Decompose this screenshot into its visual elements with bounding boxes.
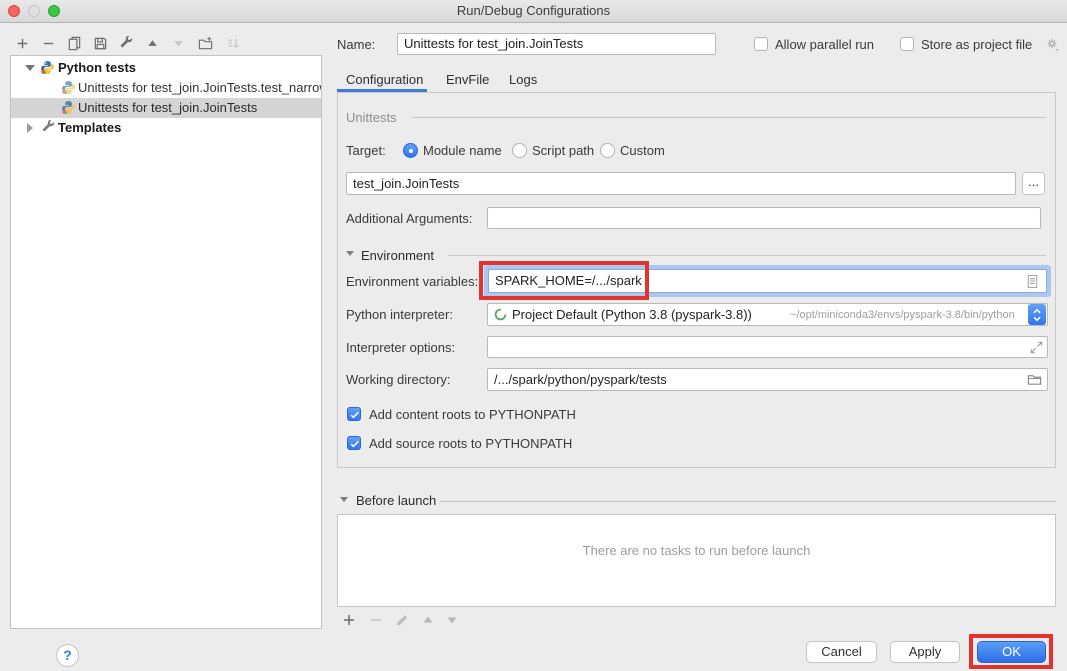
target-module-name-radio[interactable] <box>403 143 418 158</box>
additional-arguments-label: Additional Arguments: <box>346 211 472 226</box>
environment-variables-label: Environment variables: <box>346 274 478 289</box>
target-script-path-radio[interactable] <box>512 143 527 158</box>
interpreter-options-input[interactable] <box>487 336 1048 358</box>
store-as-project-file-checkbox[interactable] <box>900 37 914 51</box>
apply-button[interactable]: Apply <box>890 641 960 663</box>
tab-logs[interactable]: Logs <box>509 70 537 90</box>
target-custom-radio[interactable] <box>600 143 615 158</box>
tree-item-label: Unittests for test_join.JoinTests <box>78 98 257 118</box>
move-task-up-icon[interactable] <box>420 612 436 628</box>
working-directory-input[interactable]: /.../spark/python/pyspark/tests <box>487 368 1048 391</box>
python-test-config-icon <box>61 80 76 95</box>
tree-item-templates[interactable]: Templates <box>11 118 321 138</box>
add-task-icon[interactable] <box>341 612 357 628</box>
unittests-group-label: Unittests <box>346 110 397 125</box>
tree-item-unittests-test-narrow[interactable]: Unittests for test_join.JoinTests.test_n… <box>11 78 321 98</box>
move-up-icon[interactable] <box>144 35 160 51</box>
move-down-icon[interactable] <box>170 35 186 51</box>
active-tab-indicator <box>337 89 427 92</box>
divider <box>412 117 1046 118</box>
add-source-roots-checkbox[interactable] <box>347 436 361 450</box>
browse-environment-variables-icon[interactable] <box>1024 273 1040 289</box>
tree-item-unittests-jointests-selected[interactable]: Unittests for test_join.JoinTests <box>11 98 321 118</box>
before-launch-empty-message: There are no tasks to run before launch <box>338 543 1055 558</box>
target-module-name-label: Module name <box>423 143 502 158</box>
working-directory-label: Working directory: <box>346 372 451 387</box>
tree-item-label: Templates <box>58 118 121 138</box>
tree-item-label: Unittests for test_join.JoinTests.test_n… <box>78 78 322 98</box>
before-launch-section-header[interactable]: Before launch <box>356 493 436 508</box>
window-title: Run/Debug Configurations <box>0 0 1067 22</box>
module-name-input[interactable]: test_join.JoinTests <box>346 172 1016 195</box>
divider <box>448 255 1046 256</box>
tab-configuration[interactable]: Configuration <box>346 70 423 90</box>
titlebar: Run/Debug Configurations <box>0 0 1067 23</box>
chevron-expanded-icon[interactable] <box>25 65 35 71</box>
python-test-config-icon <box>61 100 76 115</box>
add-configuration-icon[interactable] <box>14 35 30 51</box>
browse-folder-icon[interactable] <box>1026 371 1042 387</box>
allow-parallel-run-checkbox[interactable] <box>754 37 768 51</box>
environment-section-header[interactable]: Environment <box>361 248 434 263</box>
save-configuration-icon[interactable] <box>92 35 108 51</box>
annotation-highlight-ok-button <box>969 634 1053 669</box>
python-interpreter-value: Project Default (Python 3.8 (pyspark-3.8… <box>512 307 752 322</box>
interpreter-options-label: Interpreter options: <box>346 340 455 355</box>
annotation-highlight-env-vars <box>479 261 649 300</box>
cancel-button[interactable]: Cancel <box>806 641 877 663</box>
target-custom-label: Custom <box>620 143 665 158</box>
divider <box>440 501 1056 502</box>
name-input[interactable]: Unittests for test_join.JoinTests <box>397 33 716 55</box>
store-as-project-file-label: Store as project file <box>921 37 1032 52</box>
browse-module-button[interactable]: ... <box>1022 172 1045 195</box>
sort-configurations-icon[interactable] <box>225 35 241 51</box>
configurations-tree: Python tests Unittests for test_join.Joi… <box>10 55 322 629</box>
help-button[interactable]: ? <box>56 644 79 667</box>
name-label: Name: <box>337 37 375 52</box>
settings-gear-icon[interactable] <box>1044 36 1060 52</box>
move-task-down-icon[interactable] <box>444 612 460 628</box>
python-interpreter-dropdown-button[interactable] <box>1028 304 1046 325</box>
tab-envfile[interactable]: EnvFile <box>446 70 489 90</box>
python-interpreter-label: Python interpreter: <box>346 307 453 322</box>
tree-item-label: Python tests <box>58 58 136 78</box>
conda-environment-icon <box>492 306 508 322</box>
python-interpreter-path: ~/opt/miniconda3/envs/pyspark-3.8/bin/py… <box>790 309 1015 321</box>
before-launch-section-chevron-icon[interactable] <box>340 497 348 502</box>
before-launch-task-list: There are no tasks to run before launch <box>337 514 1056 607</box>
edit-templates-icon[interactable] <box>118 35 134 51</box>
new-folder-icon[interactable] <box>197 35 213 51</box>
edit-task-icon[interactable] <box>394 612 410 628</box>
target-script-path-label: Script path <box>532 143 594 158</box>
chevron-collapsed-icon[interactable] <box>27 123 33 133</box>
add-source-roots-label: Add source roots to PYTHONPATH <box>369 436 572 451</box>
templates-wrench-icon <box>41 120 56 135</box>
copy-configuration-icon[interactable] <box>66 35 82 51</box>
add-content-roots-label: Add content roots to PYTHONPATH <box>369 407 576 422</box>
expand-field-icon[interactable] <box>1028 339 1044 355</box>
tree-item-python-tests[interactable]: Python tests <box>11 58 321 78</box>
add-content-roots-checkbox[interactable] <box>347 407 361 421</box>
run-debug-configurations-dialog: Run/Debug Configurations Python tests Un… <box>0 0 1067 671</box>
environment-section-chevron-icon[interactable] <box>346 251 354 256</box>
remove-task-icon[interactable] <box>368 612 384 628</box>
additional-arguments-input[interactable] <box>487 207 1041 229</box>
allow-parallel-run-label: Allow parallel run <box>775 37 874 52</box>
python-tests-icon <box>40 60 55 75</box>
remove-configuration-icon[interactable] <box>40 35 56 51</box>
target-label: Target: <box>346 143 386 158</box>
